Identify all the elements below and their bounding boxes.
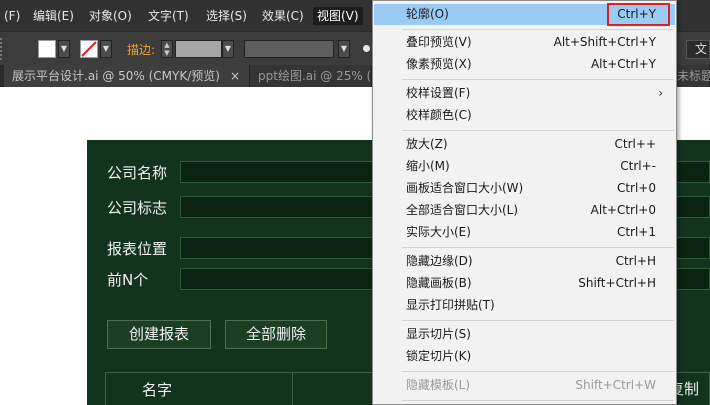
menu-select[interactable]: 选择(S) — [202, 7, 251, 25]
stroke-weight-input[interactable] — [175, 40, 222, 58]
menu-divider — [402, 320, 674, 321]
menu-item-fit-all[interactable]: 全部适合窗口大小(L) Alt+Ctrl+0 — [374, 200, 675, 221]
menu-item-label: 校样颜色(C) — [406, 108, 472, 122]
menu-item-pixel-preview[interactable]: 像素预览(X) Alt+Ctrl+Y — [374, 54, 675, 75]
menu-item-shortcut: Ctrl++ — [614, 137, 656, 151]
field-label-company-name: 公司名称 — [107, 164, 168, 182]
menu-item-shortcut: Alt+Ctrl+Y — [590, 57, 656, 71]
tab-document-2[interactable]: ppt绘图.ai @ 25% ( — [250, 65, 372, 87]
menu-item-label: 叠印预览(V) — [406, 35, 472, 49]
menu-item-label: 显示切片(S) — [406, 327, 471, 341]
menu-type[interactable]: 文字(T) — [144, 7, 193, 25]
menu-item-shortcut: Ctrl+H — [615, 254, 656, 268]
menu-item-label: 轮廓(O) — [406, 7, 449, 21]
view-menu-dropdown: 轮廓(O) Ctrl+Y 叠印预览(V) Alt+Shift+Ctrl+Y 像素… — [372, 0, 677, 405]
menu-divider — [402, 29, 674, 30]
no-stroke-icon — [81, 41, 97, 57]
menu-item-proof-setup[interactable]: 校样设置(F) › — [374, 83, 675, 104]
shortcut-callout-box — [607, 3, 670, 26]
menu-item-label: 显示打印拼贴(T) — [406, 298, 495, 312]
menu-edit[interactable]: 编辑(E) — [29, 7, 78, 25]
menu-item-zoom-in[interactable]: 放大(Z) Ctrl++ — [374, 134, 675, 155]
menu-item-label: 缩小(M) — [406, 159, 450, 173]
menu-item-label: 像素预览(X) — [406, 57, 472, 71]
menu-item-shortcut: Ctrl+0 — [616, 181, 656, 195]
create-report-button[interactable]: 创建报表 — [107, 320, 211, 349]
menu-divider — [402, 79, 674, 80]
text-button[interactable]: 文 — [686, 40, 710, 59]
menu-divider — [402, 130, 674, 131]
menu-item-label: 全部适合窗口大小(L) — [406, 203, 519, 217]
menu-item-label: 实际大小(E) — [406, 225, 471, 239]
tab-document-1[interactable]: 展示平台设计.ai @ 50% (CMYK/预览) × — [4, 65, 250, 87]
variable-width-dropdown[interactable]: ▼ — [338, 40, 350, 58]
variable-width-field[interactable] — [244, 40, 334, 58]
column-divider — [292, 373, 293, 405]
tab-label: 未标题- — [677, 69, 710, 83]
menu-item-actual-size[interactable]: 实际大小(E) Ctrl+1 — [374, 222, 675, 243]
menu-divider — [402, 371, 674, 372]
tab-label: 展示平台设计.ai @ 50% (CMYK/预览) — [12, 69, 220, 83]
stroke-weight-stepper[interactable]: ▲ ▼ — [161, 40, 173, 58]
menu-divider — [402, 247, 674, 248]
menu-item-overprint-preview[interactable]: 叠印预览(V) Alt+Shift+Ctrl+Y — [374, 32, 675, 53]
delete-all-button[interactable]: 全部删除 — [225, 320, 327, 349]
menu-item-shortcut: Alt+Ctrl+0 — [590, 203, 656, 217]
menu-item-label: 画板适合窗口大小(W) — [406, 181, 524, 195]
menu-item-label: 隐藏边缘(D) — [406, 254, 473, 268]
menu-item-shortcut: Ctrl+1 — [616, 225, 656, 239]
panel-grip[interactable] — [0, 38, 6, 60]
stroke-weight-dropdown[interactable]: ▼ — [222, 40, 234, 58]
stroke-swatch[interactable] — [80, 40, 98, 58]
menu-divider — [402, 400, 674, 401]
menu-item-zoom-out[interactable]: 缩小(M) Ctrl+- — [374, 156, 675, 177]
menu-item-hide-artboards[interactable]: 隐藏画板(B) Shift+Ctrl+H — [374, 273, 675, 294]
stroke-label[interactable]: 描边: — [127, 41, 155, 58]
tab-document-3[interactable]: 未标题- — [677, 65, 710, 87]
fill-dropdown[interactable]: ▼ — [58, 40, 70, 58]
brush-dot-icon[interactable] — [363, 45, 370, 52]
menu-item-shortcut: Ctrl+- — [620, 159, 656, 173]
menu-item-shortcut: Shift+Ctrl+W — [575, 378, 656, 392]
menu-item-label: 隐藏画板(B) — [406, 276, 472, 290]
menu-item-hide-template: 隐藏模板(L) Shift+Ctrl+W — [374, 375, 675, 396]
submenu-arrow-icon: › — [658, 86, 663, 100]
menu-file[interactable]: (F) — [0, 7, 24, 25]
menu-effect[interactable]: 效果(C) — [258, 7, 308, 25]
field-label-top-n: 前N个 — [107, 271, 149, 289]
field-label-company-logo: 公司标志 — [107, 199, 168, 217]
menu-item-hide-edges[interactable]: 隐藏边缘(D) Ctrl+H — [374, 251, 675, 272]
menu-item-label: 锁定切片(K) — [406, 349, 472, 363]
fill-swatch[interactable] — [38, 40, 56, 58]
menu-item-show-slices[interactable]: 显示切片(S) — [374, 324, 675, 345]
tab-label: ppt绘图.ai @ 25% ( — [258, 69, 372, 83]
close-icon[interactable]: × — [230, 69, 240, 83]
menu-view[interactable]: 视图(V) — [313, 7, 363, 25]
menu-object[interactable]: 对象(O) — [85, 7, 136, 25]
menu-item-label: 校样设置(F) — [406, 86, 471, 100]
menu-item-label: 放大(Z) — [406, 137, 448, 151]
menu-item-show-print-tiling[interactable]: 显示打印拼贴(T) — [374, 295, 675, 316]
menu-item-shortcut: Alt+Shift+Ctrl+Y — [553, 35, 656, 49]
field-label-report-location: 报表位置 — [107, 240, 168, 258]
menu-item-lock-slices[interactable]: 锁定切片(K) — [374, 346, 675, 367]
menu-item-fit-artboard[interactable]: 画板适合窗口大小(W) Ctrl+0 — [374, 178, 675, 199]
menu-item-shortcut: Shift+Ctrl+H — [578, 276, 656, 290]
menu-item-label: 隐藏模板(L) — [406, 378, 471, 392]
stroke-dropdown[interactable]: ▼ — [100, 40, 112, 58]
menu-item-proof-colors[interactable]: 校样颜色(C) — [374, 105, 675, 126]
column-header-name: 名字 — [142, 381, 173, 399]
